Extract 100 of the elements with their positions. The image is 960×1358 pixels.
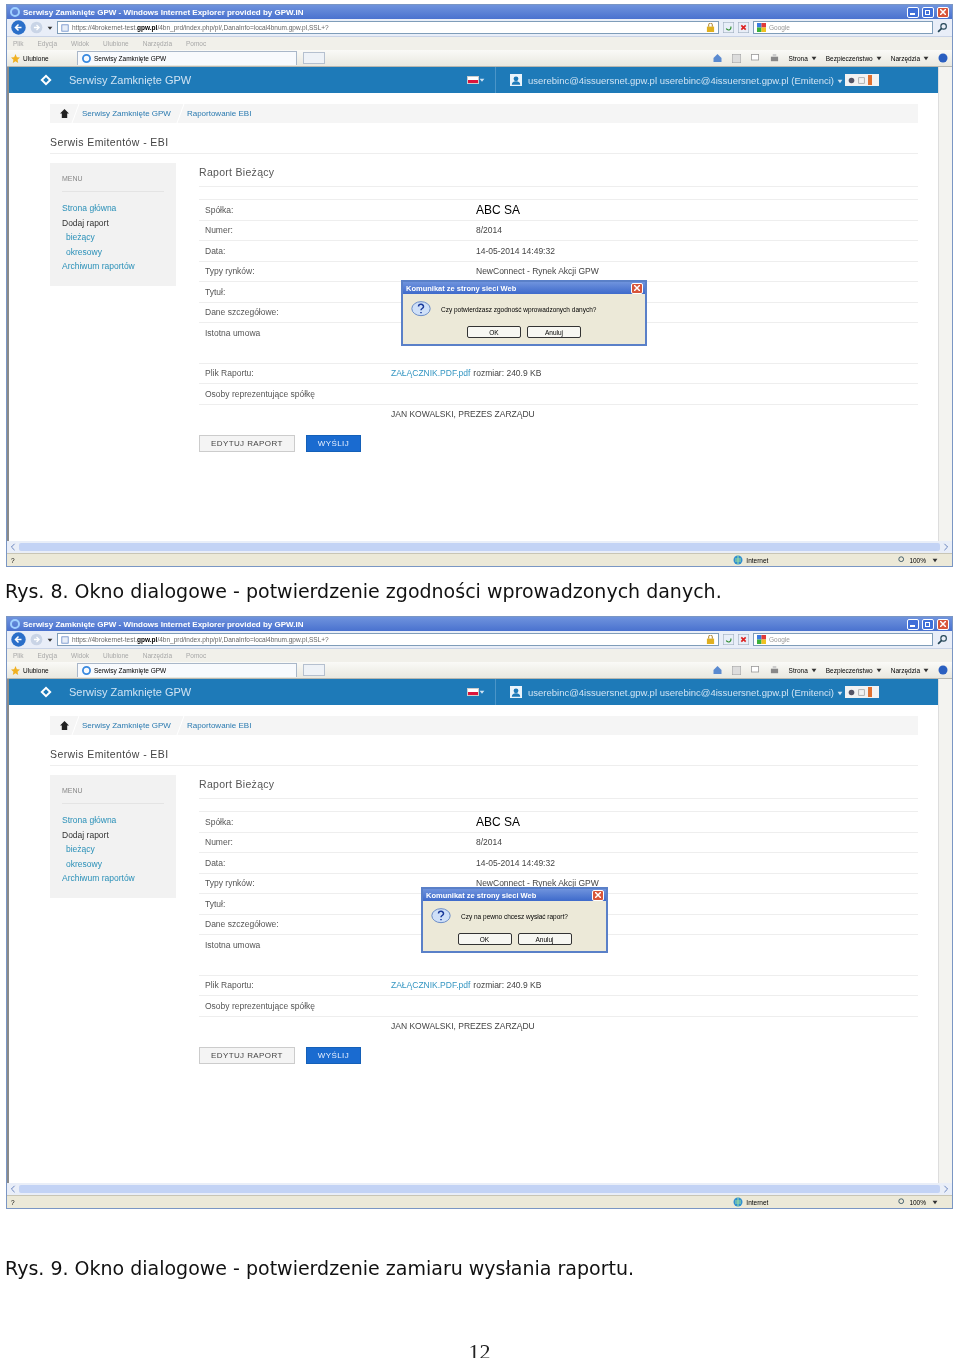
- close-button[interactable]: [592, 889, 604, 901]
- home-icon: [711, 53, 723, 63]
- search-icon: [937, 22, 948, 33]
- sidebar-link[interactable]: Strona główna: [62, 201, 164, 216]
- breadcrumb-link[interactable]: Raportowanie EBI: [186, 109, 252, 118]
- caret-icon: [932, 557, 938, 563]
- caret-icon: [810, 55, 817, 61]
- caret-icon: [47, 24, 53, 31]
- menu-group-title: Dodaj raport: [62, 216, 110, 230]
- search-logo-icon: [757, 635, 766, 644]
- field-label: Numer:: [205, 837, 233, 848]
- field-label: Osoby reprezentujące spółkę: [205, 1000, 316, 1011]
- file-size: rozmiar: 240.9 KB: [473, 980, 542, 991]
- search-logo-icon: [757, 23, 766, 32]
- sidebar-link[interactable]: okresowy: [62, 244, 164, 259]
- star-icon: [11, 53, 20, 63]
- close-icon: [595, 892, 601, 898]
- field-value: 8/2014: [476, 225, 502, 236]
- report-title: Raport Bieżący: [199, 775, 918, 799]
- close-button[interactable]: [937, 618, 949, 630]
- minimize-button[interactable]: [907, 618, 919, 630]
- sidebar-link[interactable]: Archiwum raportów: [62, 871, 164, 886]
- arrow-right-icon: [942, 1185, 950, 1193]
- arrow-left-icon: [9, 1185, 17, 1193]
- menu-group-title: Dodaj raport: [62, 828, 110, 842]
- minimize-button[interactable]: [907, 6, 919, 18]
- breadcrumb-link[interactable]: Raportowanie EBI: [186, 721, 252, 730]
- caret-icon: [47, 636, 53, 643]
- field-label: Typy rynków:: [205, 266, 255, 277]
- printer-icon: [768, 665, 780, 675]
- field-label: Dane szczegółowe:: [205, 919, 279, 930]
- figure-caption: Rys. 8. Okno dialogowe - potwierdzenie zgodności wprowadzonych danych.: [5, 580, 723, 602]
- site-title: Serwisy Zamknięte GPW: [69, 74, 193, 86]
- window-title: Serwisy Zamknięte GPW - Windows Internet Explorer provided by GPW.IN: [23, 619, 305, 629]
- window-icon: [858, 688, 866, 696]
- star-icon: [11, 665, 20, 675]
- close-button[interactable]: [631, 282, 643, 294]
- close-icon: [940, 9, 946, 15]
- arrow-right-icon: [942, 543, 950, 551]
- mail-icon: [749, 54, 760, 62]
- attachment-link[interactable]: ZAŁĄCZNIK.PDF.pdf: [391, 980, 471, 991]
- file-size: rozmiar: 240.9 KB: [473, 368, 542, 379]
- sidebar-link[interactable]: okresowy: [62, 856, 164, 871]
- field-label: Osoby reprezentujące spółkę: [205, 388, 316, 399]
- user-menu[interactable]: userebinc@4issuersnet.gpw.pl userebinc@4issuersnet.gpw.pl (Emitenci): [528, 686, 844, 698]
- breadcrumb-link[interactable]: Serwisy Zamknięte GPW: [82, 721, 171, 730]
- restore-button[interactable]: [922, 618, 934, 630]
- caret-icon: [875, 55, 882, 61]
- arrow-left-icon: [9, 543, 17, 551]
- flag-icon[interactable]: [467, 76, 479, 84]
- caret-icon: [932, 1199, 938, 1205]
- field-value: ABC SA: [476, 202, 520, 217]
- field-value: 14-05-2014 14:49:32: [476, 857, 555, 868]
- field-value: 8/2014: [476, 837, 502, 848]
- edit-button[interactable]: EDYTUJ RAPORT: [199, 435, 295, 452]
- field-value: ABC SA: [476, 814, 520, 829]
- sidebar-link[interactable]: Archiwum raportów: [62, 259, 164, 274]
- section-title: Serwis Emitentów - EBI: [50, 123, 918, 154]
- caret-icon: [479, 77, 485, 83]
- caret-icon: [923, 667, 929, 673]
- field-label: Tytuł:: [205, 286, 226, 297]
- field-value: 14-05-2014 14:49:32: [476, 245, 555, 256]
- scrollbar[interactable]: [938, 679, 952, 1183]
- user-icon: [510, 74, 522, 86]
- close-icon: [940, 621, 946, 627]
- field-label: Numer:: [205, 225, 233, 236]
- globe-icon: [733, 555, 744, 565]
- sidebar-link[interactable]: bieżący: [62, 230, 164, 245]
- edit-button[interactable]: EDYTUJ RAPORT: [199, 1047, 295, 1064]
- caret-icon: [837, 78, 844, 84]
- lock-icon: [706, 635, 715, 644]
- scrollbar[interactable]: [938, 67, 952, 541]
- user-menu[interactable]: userebinc@4issuersnet.gpw.pl userebinc@4issuersnet.gpw.pl (Emitenci): [528, 74, 844, 86]
- close-button[interactable]: [937, 6, 949, 18]
- send-button[interactable]: WYŚLIJ: [305, 1047, 362, 1064]
- field-value: NewConnect - Rynek Akcji GPW: [476, 878, 599, 889]
- field-label: Spółka:: [205, 816, 234, 827]
- stop-icon: [738, 634, 749, 645]
- attachment-link[interactable]: ZAŁĄCZNIK.PDF.pdf: [391, 368, 471, 379]
- restore-button[interactable]: [922, 6, 934, 18]
- breadcrumb-link[interactable]: Serwisy Zamknięte GPW: [82, 109, 171, 118]
- section-title: Serwis Emitentów - EBI: [50, 735, 918, 766]
- figure-caption: Rys. 9. Okno dialogowe - potwierdzenie zamiaru wysłania raportu.: [5, 1257, 635, 1279]
- caret-icon: [837, 690, 844, 696]
- scrollbar[interactable]: [7, 541, 952, 553]
- caret-icon: [479, 689, 485, 695]
- field-label: Data:: [205, 245, 226, 256]
- browser-logo-icon: [82, 54, 91, 63]
- close-icon: [634, 285, 640, 291]
- sidebar-link[interactable]: Strona główna: [62, 813, 164, 828]
- sidebar-link[interactable]: bieżący: [62, 842, 164, 857]
- page-icon: [61, 23, 69, 32]
- field-label: Dane szczegółowe:: [205, 307, 279, 318]
- mail-icon: [749, 666, 760, 674]
- send-button[interactable]: WYŚLIJ: [305, 435, 362, 452]
- scrollbar[interactable]: [7, 1183, 952, 1195]
- flag-icon[interactable]: [467, 688, 479, 696]
- user-icon: [510, 686, 522, 698]
- window-icon: [858, 76, 866, 84]
- field-value: NewConnect - Rynek Akcji GPW: [476, 266, 599, 277]
